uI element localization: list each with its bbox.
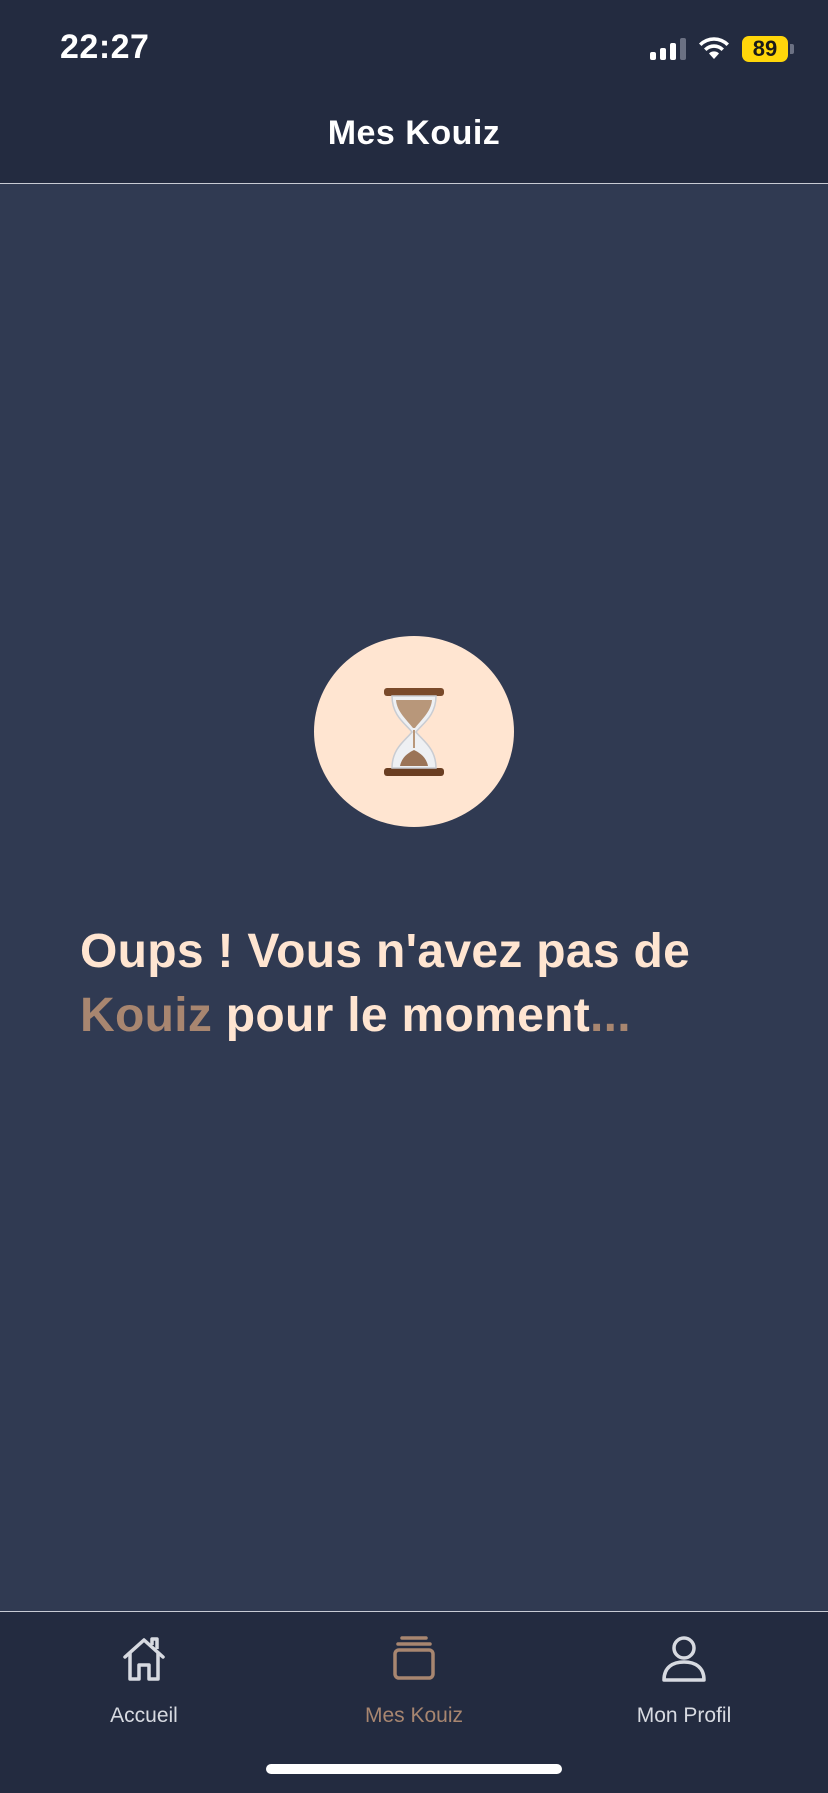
empty-message-text: Oups ! Vous n'avez pas de <box>80 925 691 978</box>
status-time: 22:27 <box>60 28 150 66</box>
status-bar: 22:27 89 <box>0 0 828 92</box>
battery-cap <box>790 44 794 54</box>
home-icon <box>123 1637 165 1681</box>
stack-icon <box>393 1636 435 1680</box>
empty-message-highlight: Kouiz <box>80 989 213 1042</box>
empty-state-message: Oups ! Vous n'avez pas de Kouiz pour le … <box>80 920 770 1048</box>
tab-mes-kouiz[interactable]: Mes Kouiz <box>314 1634 514 1728</box>
tab-accueil[interactable]: Accueil <box>44 1634 244 1728</box>
page-title: Mes Kouiz <box>327 114 501 152</box>
empty-message-text-end: pour le moment <box>212 989 590 1042</box>
tab-mon-profil[interactable]: Mon Profil <box>584 1634 784 1728</box>
empty-state-badge <box>314 636 514 827</box>
battery-indicator: 89 <box>742 36 794 62</box>
tab-label-mon-profil: Mon Profil <box>636 1704 732 1727</box>
tab-label-mes-kouiz: Mes Kouiz <box>364 1704 464 1727</box>
hourglass-icon <box>384 687 444 776</box>
status-icons: 89 <box>650 34 794 64</box>
cellular-signal-icon <box>650 38 686 60</box>
empty-message-ellipsis: ... <box>590 989 631 1042</box>
home-indicator[interactable] <box>266 1764 562 1774</box>
tab-label-accueil: Accueil <box>110 1704 178 1727</box>
navigation-header: Mes Kouiz <box>0 92 828 184</box>
user-icon <box>662 1636 706 1682</box>
battery-level: 89 <box>742 36 788 62</box>
wifi-icon <box>699 37 729 59</box>
